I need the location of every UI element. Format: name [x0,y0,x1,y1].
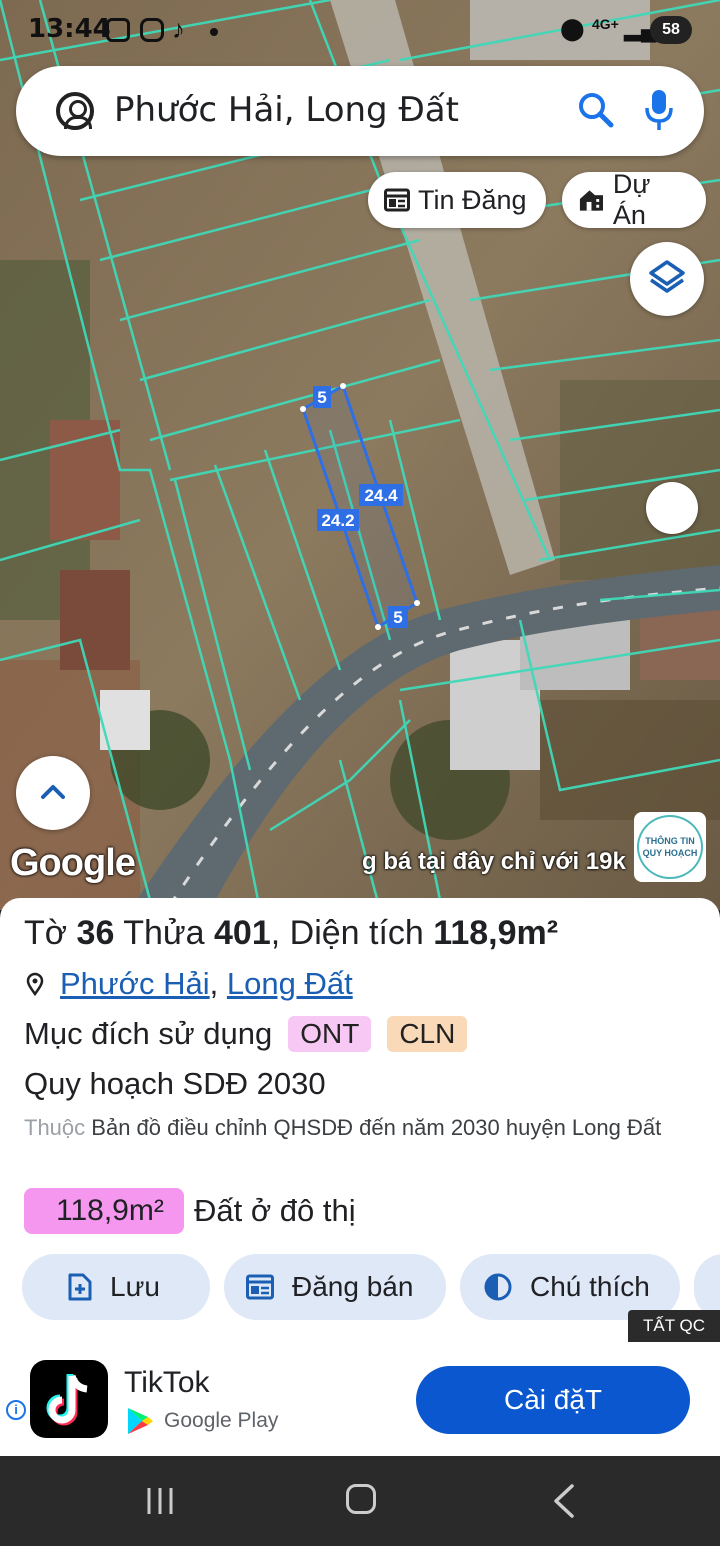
notification-dot-icon [210,28,218,36]
location-link-district[interactable]: Long Đất [227,966,353,1002]
plot-label-top: 5 [317,388,326,407]
status-bar: 13:44 ♪ ⬤ 4G+ ▂▄ 58 [0,0,720,60]
purpose-tag-ont[interactable]: ONT [288,1016,372,1052]
tiktok-app-icon [30,1360,108,1438]
battery-indicator: 58 [650,16,692,44]
tin-dang-label: Tin Đăng [418,184,527,215]
listing-post-icon [246,1274,274,1300]
chevron-up-icon [41,785,65,799]
plan-title: Quy hoạch SDĐ 2030 [24,1066,326,1101]
post-sale-button[interactable]: Đăng bán [224,1254,446,1320]
area-value: 118,9m² [433,914,559,952]
zone-area-pill: 118,9m² [24,1188,184,1234]
planning-info-badge[interactable]: THÔNG TIN QUY HOẠCH [634,812,706,882]
parcel-title: Tờ 36 Thửa 401, Diện tích 118,9m² [24,914,559,952]
post-sale-label: Đăng bán [292,1271,414,1302]
thua-label: Thửa [123,914,205,952]
system-nav-bar [0,1456,720,1546]
recents-icon[interactable] [145,1486,175,1516]
plot-label-left: 24.2 [321,511,354,530]
layers-button[interactable] [630,242,704,316]
google-play-icon [128,1408,153,1434]
mic-icon[interactable] [644,88,674,132]
belongs-prefix: Thuộc [24,1115,86,1140]
parcel-location: Phước Hải, Long Đất [24,966,353,1002]
tiktok-logo-icon [46,1374,88,1426]
tin-dang-chip[interactable]: Tin Đăng [368,172,546,228]
to-value: 36 [76,914,115,952]
thua-value: 401 [214,914,271,952]
install-button[interactable]: Cài đặT [416,1366,690,1434]
badge-ring [637,815,703,879]
google-logo: Google [10,842,136,884]
ad-banner[interactable]: TẤT QC i TikTok Google Play Cài đặT [0,1310,720,1456]
to-label: Tờ [24,914,68,952]
account-icon[interactable] [56,92,94,130]
search-icon[interactable] [576,90,616,130]
area-label: Diện tích [289,914,424,952]
tiktok-status-icon: ♪ [172,14,185,44]
ad-store: Google Play [126,1406,278,1436]
expand-up-button[interactable] [16,756,90,830]
purpose-tag-cln[interactable]: CLN [387,1016,468,1052]
ad-ticker-text: g bá tại đây chỉ với 19k [362,848,626,875]
building-icon [579,190,603,211]
save-label: Lưu [110,1271,160,1302]
plan-source: Thuộc Bản đồ điều chỉnh QHSDĐ đến năm 20… [24,1110,704,1146]
network-type: 4G+ [592,16,619,32]
search-input[interactable]: Phước Hải, Long Đất [114,90,459,130]
location-link-ward[interactable]: Phước Hải [60,966,210,1002]
parcel-info-sheet: Tờ 36 Thửa 401, Diện tích 118,9m² Phước … [0,898,720,1348]
belongs-text: Bản đồ điều chỉnh QHSDĐ đến năm 2030 huy… [91,1115,662,1140]
map-view[interactable]: 5 24.2 24.4 5 13:44 ♪ ⬤ 4G+ ▂▄ 58 Phước … [0,0,720,910]
location-status-icon: ⬤ [560,16,585,41]
action-buttons: Lưu Đăng bán Chú thích [22,1254,720,1320]
location-pin-icon [26,972,44,996]
screen-record-icon [106,18,130,42]
land-use-purpose: Mục đích sử dụng ONT CLN [24,1016,468,1052]
ad-app-name: TikTok [124,1366,210,1399]
listing-icon [384,188,410,212]
close-ads-label[interactable]: TẤT QC [628,1310,720,1342]
zone-row: 118,9m² Đất ở đô thị [24,1188,356,1234]
status-time: 13:44 [28,14,111,44]
location-separator: , [209,966,227,1001]
badge-line1: THÔNG TIN [645,836,695,846]
plot-label-right: 24.4 [364,486,398,505]
contrast-icon [484,1273,512,1301]
du-an-chip[interactable]: Dự Án [562,169,706,230]
store-name: Google Play [164,1409,279,1432]
zone-label: Đất ở đô thị [194,1193,356,1228]
legend-label: Chú thích [530,1271,650,1302]
purpose-label: Mục đích sử dụng [24,1016,273,1051]
search-bar[interactable]: Phước Hải, Long Đất [16,66,704,156]
side-panel-handle[interactable] [646,482,698,534]
du-an-label: Dự Án [612,169,651,230]
instagram-icon [140,18,164,42]
badge-line2: QUY HOẠCH [642,848,698,858]
plot-label-bottom: 5 [393,608,402,627]
layers-icon [649,260,685,293]
save-button[interactable]: Lưu [22,1254,210,1320]
ad-info-icon[interactable]: i [6,1400,26,1420]
back-icon[interactable] [552,1484,576,1518]
home-icon[interactable] [346,1484,376,1514]
add-file-icon [68,1273,92,1301]
